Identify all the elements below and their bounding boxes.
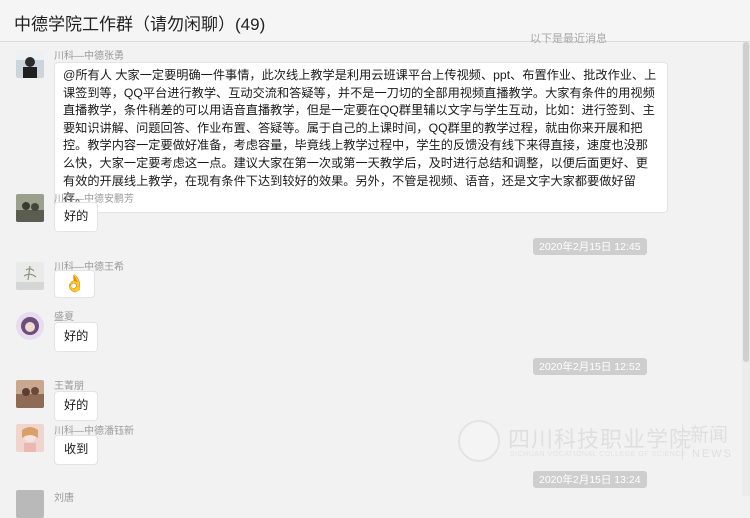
- watermark: 四川科技职业学院 SICHUAN VOCATIONAL COLLEGE OF S…: [458, 418, 748, 466]
- watermark-divider: [682, 424, 683, 460]
- avatar[interactable]: [16, 380, 44, 408]
- scrollbar-thumb[interactable]: [743, 42, 749, 362]
- avatar[interactable]: [16, 424, 44, 452]
- watermark-sub: SICHUAN VOCATIONAL COLLEGE OF SCIENCE: [510, 451, 687, 458]
- ok-hand-emoji[interactable]: 👌: [54, 270, 96, 298]
- timestamp: 2020年2月15日 13:24: [533, 471, 647, 488]
- sender-name: 盛夏: [54, 312, 74, 323]
- watermark-news-en: NEWS: [692, 448, 733, 460]
- chat-title: 中德学院工作群（请勿闲聊）(49): [14, 15, 266, 34]
- message-bubble[interactable]: 好的: [54, 322, 99, 352]
- avatar[interactable]: [16, 490, 44, 518]
- avatar[interactable]: [16, 194, 44, 222]
- message-bubble[interactable]: 收到: [54, 435, 99, 465]
- message-bubble[interactable]: 好的: [54, 202, 99, 232]
- sender-name: 王菁朋: [54, 381, 84, 392]
- chat-header: 中德学院工作群（请勿闲聊）(49): [0, 0, 750, 42]
- sender-name: 川科—中德张勇: [54, 51, 124, 62]
- sender-name: 刘唐: [54, 493, 74, 504]
- timestamp: 2020年2月15日 12:52: [533, 358, 647, 375]
- watermark-news: 新闻: [690, 425, 729, 446]
- message-bubble[interactable]: @所有人 大家一定要明确一件事情，此次线上教学是利用云班课平台上传视频、ppt、…: [54, 62, 668, 213]
- timestamp: 2020年2月15日 12:45: [533, 238, 647, 255]
- history-note[interactable]: 以下是最近消息: [530, 30, 607, 46]
- message-bubble[interactable]: 好的: [54, 391, 99, 421]
- avatar[interactable]: [16, 262, 44, 290]
- watermark-name: 四川科技职业学院: [508, 428, 693, 453]
- avatar[interactable]: [16, 50, 44, 78]
- avatar[interactable]: [16, 312, 44, 340]
- college-seal-icon: [458, 420, 500, 462]
